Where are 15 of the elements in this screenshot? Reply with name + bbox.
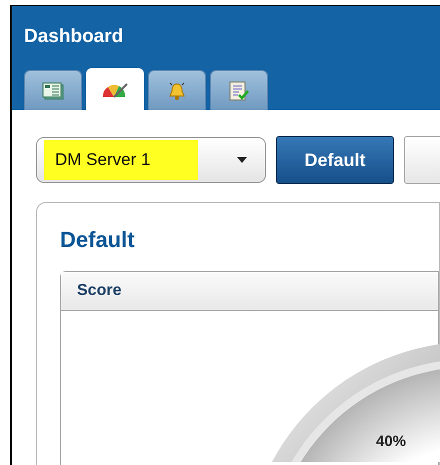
report-icon bbox=[42, 82, 64, 100]
tab[interactable] bbox=[24, 70, 82, 110]
gauge-reading: 40% bbox=[376, 433, 406, 450]
tab[interactable] bbox=[148, 70, 206, 110]
window-title: Dashboard bbox=[24, 26, 124, 48]
checklist-icon bbox=[229, 80, 249, 100]
widget-title: Score bbox=[61, 272, 438, 311]
dropdown-value: DM Server 1 bbox=[44, 140, 198, 180]
view-button[interactable]: Default bbox=[276, 136, 394, 184]
server-dropdown[interactable]: DM Server 1 bbox=[36, 137, 266, 183]
gauge-icon bbox=[102, 82, 128, 98]
caret-icon bbox=[237, 157, 247, 163]
panel-title: Default bbox=[60, 227, 136, 253]
tab[interactable] bbox=[210, 70, 268, 110]
bell-icon bbox=[167, 80, 187, 100]
